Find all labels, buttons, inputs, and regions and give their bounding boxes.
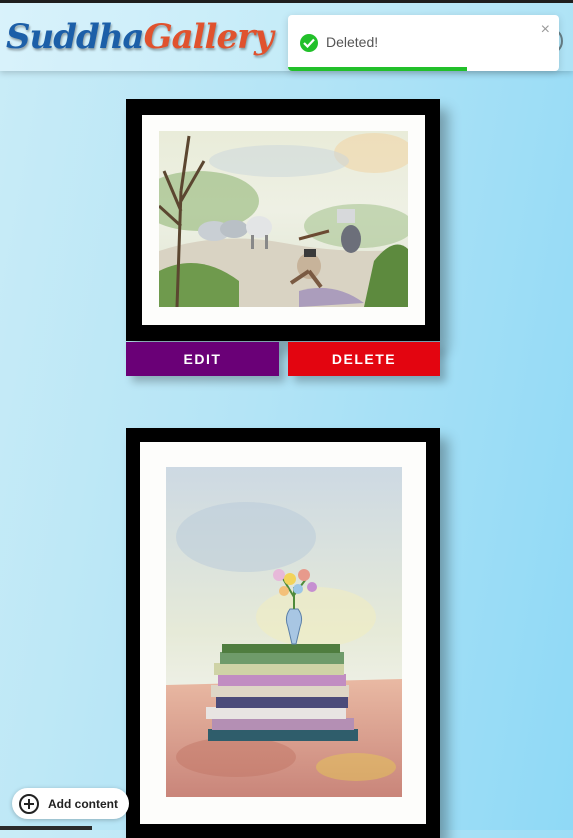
site-logo[interactable]: SuddhaGallery [6,17,274,57]
gallery-card-2 [126,428,440,838]
artwork-mat [140,442,426,824]
check-circle-icon [300,34,318,52]
bottom-edge-bar [0,826,92,830]
add-content-button[interactable]: Add content [12,788,129,819]
toast-message: Deleted! [326,34,379,50]
plus-circle-icon [19,793,39,814]
delete-button[interactable]: DELETE [288,342,440,376]
artwork-image-village[interactable] [159,131,408,307]
toast-progress-bar [288,67,467,71]
toast-close-icon[interactable]: × [541,21,550,39]
artwork-image-books[interactable] [166,467,402,797]
artwork-mat [142,115,425,325]
logo-text-suddha: Suddha [6,17,145,57]
gallery-card-1 [126,99,440,341]
edit-button[interactable]: EDIT [126,342,279,376]
toast-notification: Deleted! × [288,15,559,71]
logo-text-gallery: Gallery [143,17,274,57]
add-content-label: Add content [48,796,118,811]
